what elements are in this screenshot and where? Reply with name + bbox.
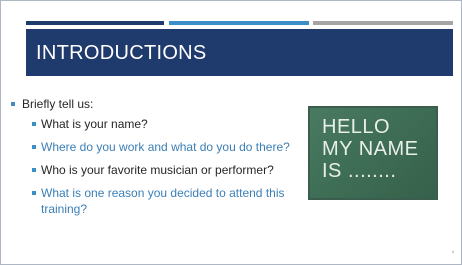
- list-item: What is one reason you decided to attend…: [11, 185, 301, 217]
- square-bullet-icon: [32, 145, 36, 149]
- square-bullet-icon: [11, 102, 15, 106]
- bullet-list: Briefly tell us: What is your name? Wher…: [11, 96, 301, 224]
- accent-bar-gray: [313, 21, 453, 25]
- list-item-text: Who is your favorite musician or perform…: [41, 163, 274, 177]
- presentation-slide: INTRODUCTIONS Briefly tell us: What is y…: [0, 0, 462, 265]
- chalkboard-image: HELLO MY NAME IS ........: [308, 106, 438, 200]
- list-item: Where do you work and what do you do the…: [11, 139, 301, 155]
- slide-number: 4: [451, 249, 454, 254]
- intro-bullet: Briefly tell us:: [11, 96, 301, 112]
- list-item-text: What is one reason you decided to attend…: [41, 186, 285, 216]
- square-bullet-icon: [32, 122, 36, 126]
- title-band: INTRODUCTIONS: [26, 29, 453, 76]
- list-item-text: Where do you work and what do you do the…: [41, 140, 290, 154]
- chalkboard-line: IS ........: [322, 160, 397, 182]
- intro-text: Briefly tell us:: [22, 97, 94, 111]
- list-item: What is your name?: [11, 116, 301, 132]
- chalkboard-line: HELLO: [322, 116, 391, 138]
- list-item-text: What is your name?: [41, 117, 148, 131]
- slide-title: INTRODUCTIONS: [36, 42, 207, 64]
- list-item: Who is your favorite musician or perform…: [11, 162, 301, 178]
- accent-bar-blue: [169, 21, 309, 25]
- square-bullet-icon: [32, 191, 36, 195]
- square-bullet-icon: [32, 168, 36, 172]
- accent-bar-navy: [26, 21, 164, 25]
- chalkboard-line: MY NAME: [322, 138, 419, 160]
